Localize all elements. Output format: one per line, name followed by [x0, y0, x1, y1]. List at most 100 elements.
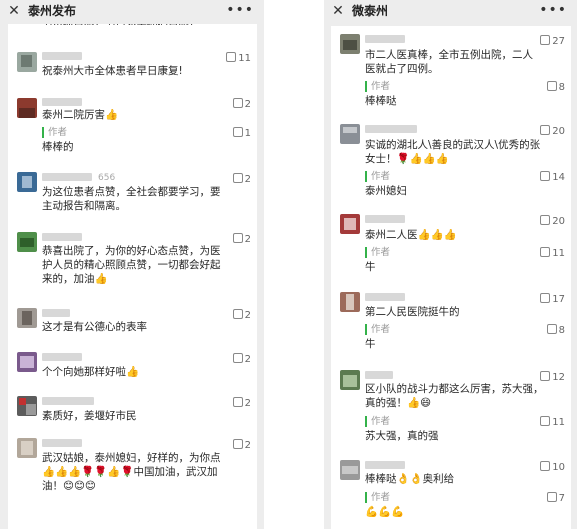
reply-author-label: 作者 [371, 416, 391, 427]
left-title: 泰州发布 [28, 4, 77, 18]
like-button[interactable]: 2 [232, 173, 251, 186]
comment-text: 个个向她那样好啦👍 [42, 366, 140, 378]
nickname [365, 461, 405, 469]
like-button[interactable]: 20 [540, 215, 565, 228]
reply-like-button[interactable]: 11 [540, 416, 565, 429]
comment-text: 武汉姑娘，泰州媳妇，好样的，为你点👍👍👍🌹🌹👍🌹中国加油，武汉加油！😊😊😊 [42, 452, 221, 492]
left-comment-list: 为小伙点赞！为白衣天使们点赞！ 祝泰州大市全体患者早日康复! 11 泰州二院厉害… [8, 20, 257, 529]
left-panel: ✕ 泰州发布 ••• 为小伙点赞！为白衣天使们点赞！ 祝泰州大市全体患者早日康复… [0, 0, 264, 529]
thumb-up-icon [540, 416, 551, 426]
reply-text: 牛 [365, 338, 376, 350]
like-count: 8 [558, 325, 565, 336]
like-count: 27 [552, 36, 565, 47]
nickname [42, 353, 82, 361]
nickname [42, 98, 82, 106]
comment-text: 祝泰州大市全体患者早日康复! [42, 65, 183, 77]
like-count: 14 [552, 172, 565, 183]
like-count: 2 [244, 234, 251, 245]
avatar[interactable] [340, 460, 360, 480]
avatar[interactable] [340, 34, 360, 54]
like-count: 2 [244, 354, 251, 365]
comment-text: 第二人民医院挺牛的 [365, 306, 460, 318]
comment-text: 区小队的战斗力都这么厉害，苏大强，真的强！👍😄 [365, 383, 544, 409]
avatar[interactable] [340, 124, 360, 144]
like-button[interactable]: 11 [226, 52, 251, 65]
reply-like-button[interactable]: 8 [546, 324, 565, 337]
like-button[interactable]: 27 [540, 35, 565, 48]
thumb-up-icon [232, 173, 243, 183]
reply-like-button[interactable]: 11 [540, 247, 565, 260]
avatar[interactable] [17, 232, 37, 252]
like-button[interactable]: 2 [232, 309, 251, 322]
reply-like-button[interactable]: 14 [540, 171, 565, 184]
avatar[interactable] [340, 292, 360, 312]
avatar[interactable] [17, 352, 37, 372]
nickname [365, 371, 393, 379]
reply-text: 泰州媳妇 [365, 185, 407, 197]
like-count: 2 [244, 99, 251, 110]
thumb-up-icon [546, 81, 557, 91]
avatar[interactable] [17, 52, 37, 72]
like-count: 11 [238, 53, 251, 64]
like-button[interactable]: 2 [232, 397, 251, 410]
like-count: 8 [558, 82, 565, 93]
comment-text: 这才是有公德心的表率 [42, 321, 147, 333]
nickname [42, 233, 82, 241]
more-icon[interactable]: ••• [539, 2, 567, 18]
like-button[interactable]: 2 [232, 233, 251, 246]
reply-like-button[interactable]: 8 [546, 81, 565, 94]
avatar[interactable] [340, 370, 360, 390]
like-button[interactable]: 2 [232, 439, 251, 452]
nickname [42, 439, 82, 447]
thumb-up-icon [232, 439, 243, 449]
avatar[interactable] [340, 214, 360, 234]
comment-text: 棒棒哒👌👌奥利给 [365, 473, 455, 485]
like-count: 2 [244, 440, 251, 451]
thumb-up-icon [232, 233, 243, 243]
avatar[interactable] [17, 98, 37, 118]
comment-text: 素质好，姜堰好市民 [42, 410, 137, 422]
like-count: 20 [552, 216, 565, 227]
reply-text: 棒棒的 [42, 141, 74, 153]
avatar[interactable] [17, 396, 37, 416]
avatar[interactable] [17, 172, 37, 192]
like-button[interactable]: 2 [232, 98, 251, 111]
like-button[interactable]: 17 [540, 293, 565, 306]
reply-indicator [365, 81, 367, 92]
reply-like-button[interactable]: 1 [232, 127, 251, 140]
like-count: 7 [558, 493, 565, 504]
reply-text: 💪💪💪 [365, 506, 405, 518]
reply-indicator [365, 247, 367, 258]
reply-like-button[interactable]: 7 [546, 492, 565, 505]
close-icon[interactable]: ✕ [330, 3, 346, 19]
like-button[interactable]: 2 [232, 353, 251, 366]
nickname [42, 52, 82, 60]
reply-text: 棒棒哒 [365, 95, 397, 107]
avatar[interactable] [17, 438, 37, 458]
thumb-up-icon [232, 309, 243, 319]
like-count: 1 [244, 128, 251, 139]
nickname [365, 35, 405, 43]
reply-indicator [365, 416, 367, 427]
reply-author-label: 作者 [371, 247, 391, 258]
reply-indicator [365, 324, 367, 335]
comment-text: 泰州二人医👍👍👍 [365, 229, 457, 241]
left-title-bar: ✕ 泰州发布 ••• [0, 0, 264, 24]
like-button[interactable]: 10 [540, 461, 565, 474]
like-count: 10 [552, 462, 565, 473]
reply-author-label: 作者 [48, 127, 68, 138]
comment-text: 实诚的湖北人\善良的武汉人\优秀的张女士！🌹👍👍👍 [365, 139, 541, 165]
thumb-up-icon [232, 353, 243, 363]
nickname [42, 309, 70, 317]
nickname [42, 173, 92, 181]
thumb-up-icon [540, 247, 551, 257]
like-button[interactable]: 20 [540, 125, 565, 138]
avatar[interactable] [17, 308, 37, 328]
more-icon[interactable]: ••• [226, 2, 254, 18]
like-count: 11 [552, 417, 565, 428]
right-title-bar: ✕ 微泰州 ••• [324, 0, 577, 24]
reply-text: 苏大强，真的强 [365, 430, 439, 442]
reply-author-label: 作者 [371, 492, 391, 503]
like-button[interactable]: 12 [540, 371, 565, 384]
close-icon[interactable]: ✕ [6, 3, 22, 19]
